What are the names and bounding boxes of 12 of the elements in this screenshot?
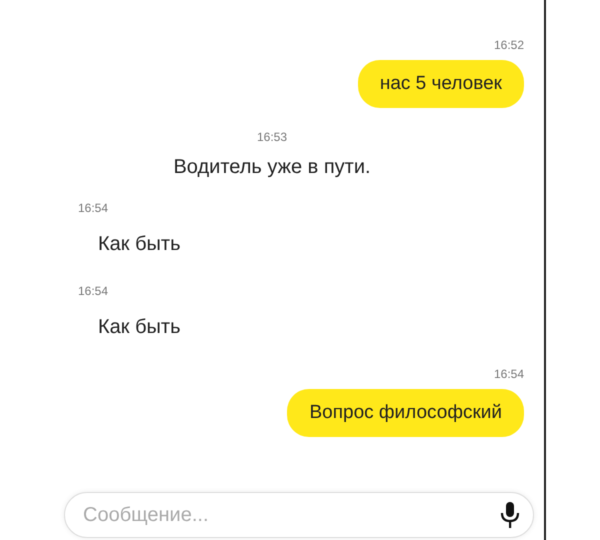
message-time: 16:54 <box>78 284 108 298</box>
message-bubble: Вопрос философский <box>287 389 524 437</box>
message-time: 16:53 <box>256 130 288 144</box>
message-text: Как быть <box>98 316 180 339</box>
message-time: 16:54 <box>494 367 524 381</box>
microphone-icon[interactable] <box>500 501 520 529</box>
status-message: Водитель уже в пути. <box>173 156 371 179</box>
message-input[interactable]: Сообщение... <box>64 492 534 538</box>
message-bubble: нас 5 человек <box>358 60 524 108</box>
message-time: 16:52 <box>494 38 524 52</box>
message-time: 16:54 <box>78 201 108 215</box>
message-text: Как быть <box>98 233 180 256</box>
